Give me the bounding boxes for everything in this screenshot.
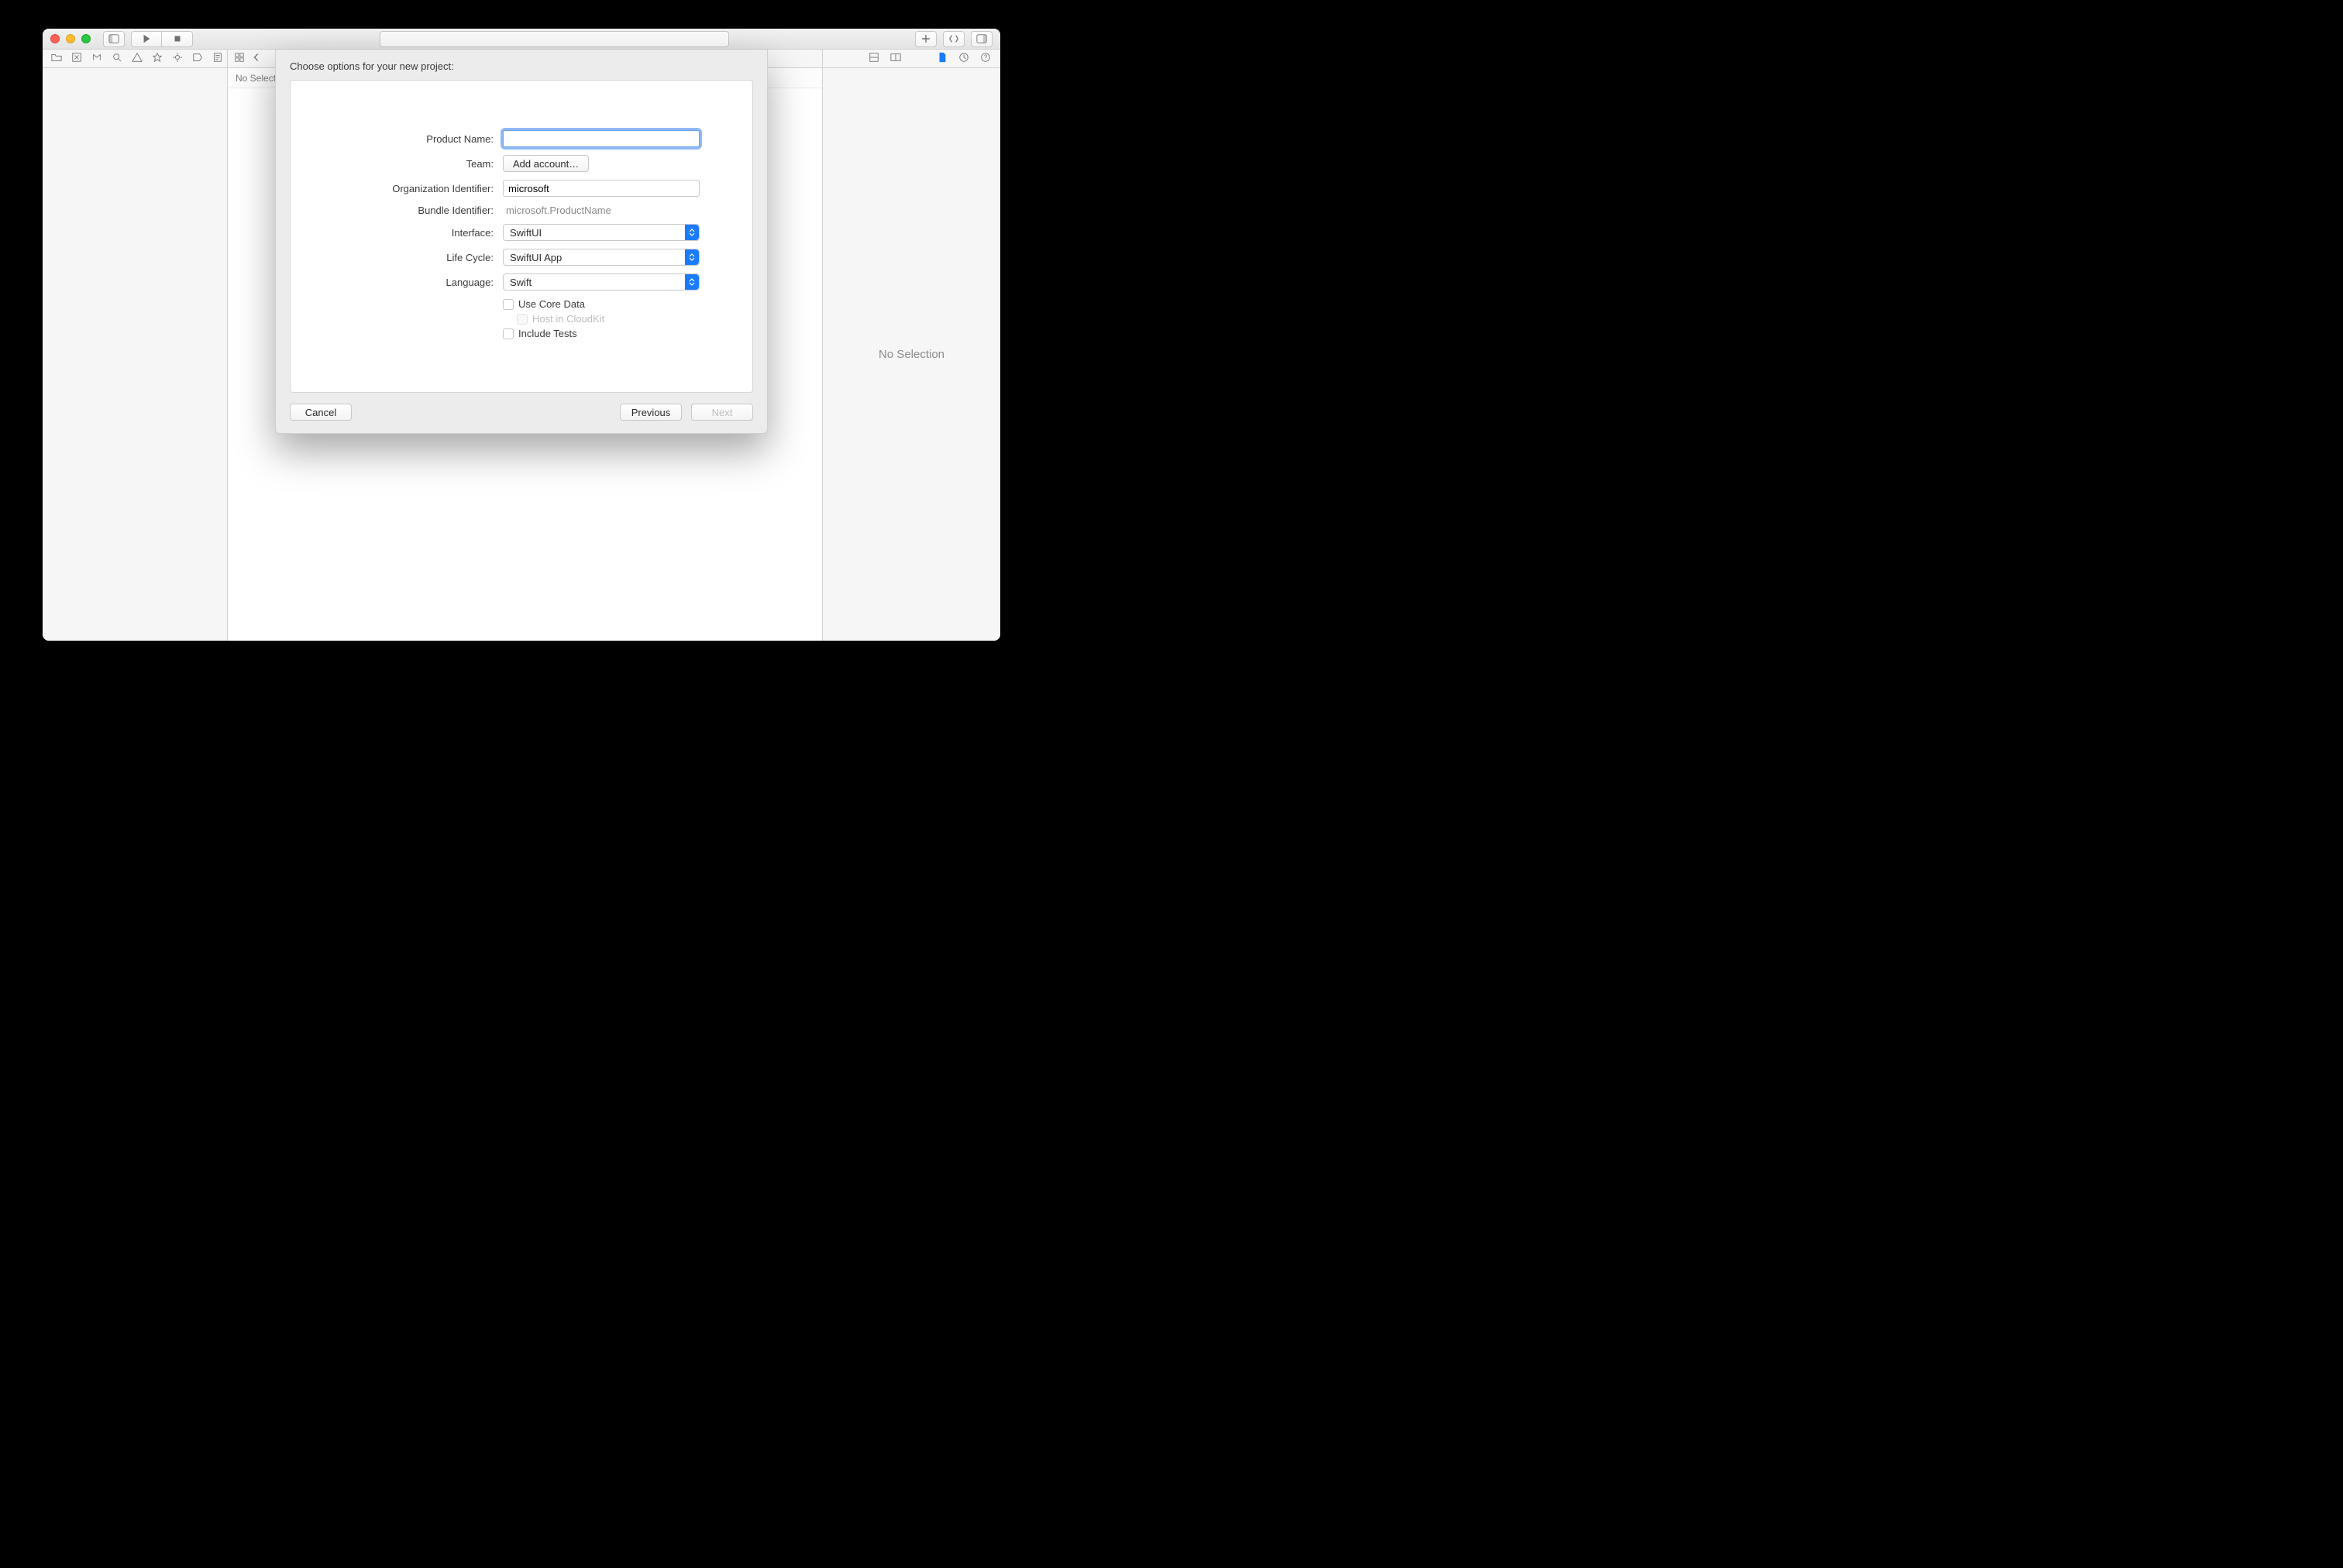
code-review-button[interactable] xyxy=(943,31,965,47)
toggle-inspector-button[interactable] xyxy=(971,31,993,47)
sheet-title: Choose options for your new project: xyxy=(290,60,753,72)
inspector-pane[interactable]: No Selection xyxy=(822,68,1000,641)
sheet-panel: Product Name: Team: Add account… Organiz… xyxy=(290,80,753,393)
navigator-pane[interactable] xyxy=(43,68,228,641)
interface-select[interactable]: SwiftUI xyxy=(503,224,700,241)
org-id-label: Organization Identifier: xyxy=(339,183,494,194)
zoom-icon[interactable] xyxy=(81,34,91,43)
toggle-navigator-button[interactable] xyxy=(103,31,125,47)
reports-icon[interactable] xyxy=(212,52,223,65)
add-account-button[interactable]: Add account… xyxy=(503,155,589,172)
checkbox-icon xyxy=(503,328,514,339)
language-select[interactable]: Swift xyxy=(503,273,700,291)
debug-icon[interactable] xyxy=(172,52,183,65)
project-options-form: Product Name: Team: Add account… Organiz… xyxy=(309,130,734,339)
language-label: Language: xyxy=(339,277,494,288)
interface-label: Interface: xyxy=(339,227,494,239)
org-id-input[interactable] xyxy=(503,180,700,197)
close-icon[interactable] xyxy=(50,34,60,43)
issues-icon[interactable] xyxy=(132,52,143,65)
chevron-updown-icon xyxy=(685,274,699,290)
host-cloudkit-label: Host in CloudKit xyxy=(532,313,604,325)
use-core-data-checkbox[interactable]: Use Core Data xyxy=(503,298,704,310)
related-items-icon[interactable] xyxy=(234,52,245,65)
titlebar xyxy=(43,29,1000,50)
symbols-icon[interactable] xyxy=(91,52,102,65)
adjust-editor-icon[interactable] xyxy=(869,52,879,65)
breakpoints-icon[interactable] xyxy=(192,52,203,65)
chevron-updown-icon xyxy=(685,249,699,265)
checkbox-icon xyxy=(517,314,528,325)
lifecycle-select[interactable]: SwiftUI App xyxy=(503,249,700,266)
xcode-window: ? No Selection No Selection Choose optio… xyxy=(43,29,1000,641)
run-button[interactable] xyxy=(131,31,162,47)
activity-viewer[interactable] xyxy=(380,31,729,47)
host-cloudkit-checkbox: Host in CloudKit xyxy=(517,313,704,325)
include-tests-label: Include Tests xyxy=(518,328,577,339)
use-core-data-label: Use Core Data xyxy=(518,298,585,310)
minimize-icon[interactable] xyxy=(66,34,75,43)
stop-button[interactable] xyxy=(162,31,193,47)
language-select-value: Swift xyxy=(510,277,532,288)
traffic-lights xyxy=(50,34,91,43)
previous-button[interactable]: Previous xyxy=(620,404,682,421)
file-inspector-icon[interactable] xyxy=(937,52,948,65)
cancel-button[interactable]: Cancel xyxy=(290,404,352,421)
assistant-editor-icon[interactable] xyxy=(890,52,901,65)
new-project-sheet: Choose options for your new project: Pro… xyxy=(275,50,768,434)
next-button: Next xyxy=(691,404,753,421)
bundle-id-label: Bundle Identifier: xyxy=(339,205,494,216)
include-tests-checkbox[interactable]: Include Tests xyxy=(503,328,704,339)
product-name-input[interactable] xyxy=(503,130,700,147)
history-inspector-icon[interactable] xyxy=(958,52,969,65)
lifecycle-label: Life Cycle: xyxy=(339,252,494,263)
checkbox-icon xyxy=(503,299,514,310)
find-icon[interactable] xyxy=(112,52,122,65)
back-icon[interactable] xyxy=(251,52,262,65)
product-name-label: Product Name: xyxy=(339,133,494,145)
tests-icon[interactable] xyxy=(152,52,163,65)
chevron-updown-icon xyxy=(685,225,699,240)
inspector-empty-text: No Selection xyxy=(879,348,944,361)
help-inspector-icon[interactable]: ? xyxy=(980,52,991,65)
team-label: Team: xyxy=(339,158,494,170)
bundle-id-value: microsoft.ProductName xyxy=(503,205,704,216)
interface-select-value: SwiftUI xyxy=(510,227,542,239)
run-stop-group xyxy=(131,31,193,47)
lifecycle-select-value: SwiftUI App xyxy=(510,252,562,263)
library-add-button[interactable] xyxy=(915,31,937,47)
svg-text:?: ? xyxy=(984,54,988,61)
sheet-footer: Cancel Previous Next xyxy=(290,404,753,421)
folder-icon[interactable] xyxy=(51,52,62,65)
source-control-icon[interactable] xyxy=(71,52,82,65)
